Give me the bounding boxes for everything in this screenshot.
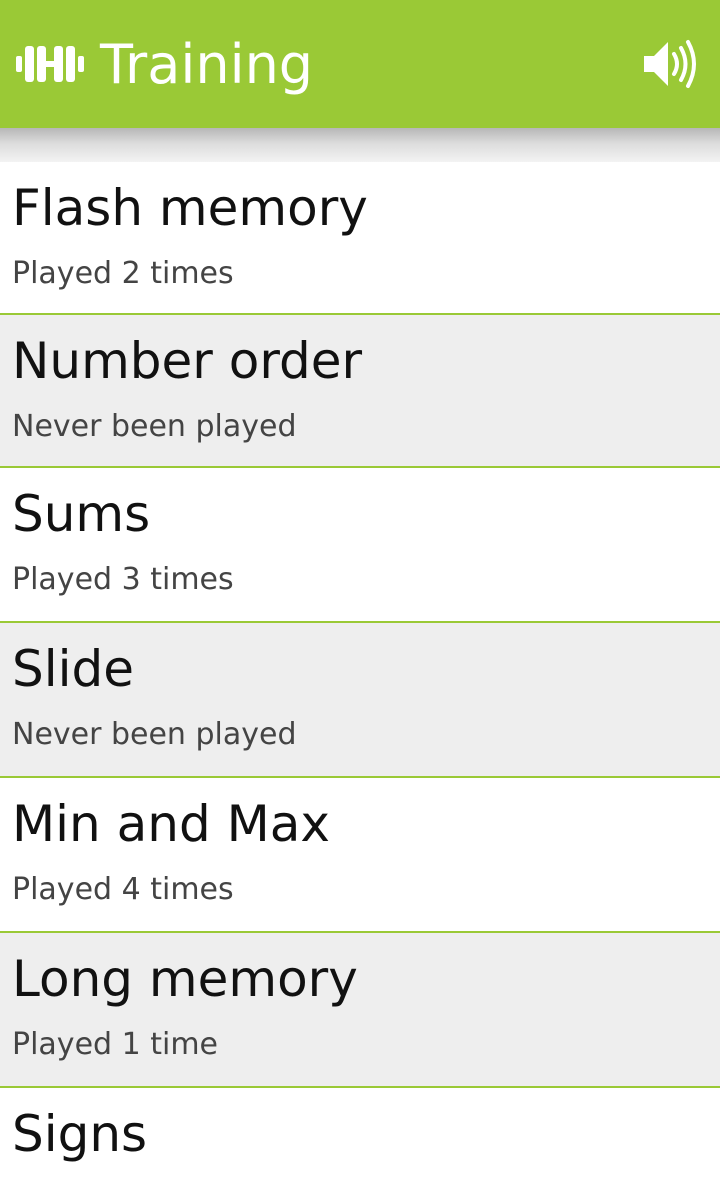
item-subtitle: Played 2 times — [12, 256, 234, 291]
list-item-flash-memory[interactable]: Flash memory Played 2 times — [0, 162, 720, 313]
list-item-sums[interactable]: Sums Played 3 times — [0, 468, 720, 623]
item-subtitle: Never been played — [12, 717, 297, 752]
list-item-signs[interactable]: Signs — [0, 1088, 720, 1188]
list-item-min-and-max[interactable]: Min and Max Played 4 times — [0, 778, 720, 933]
item-title: Signs — [12, 1105, 148, 1163]
dumbbell-icon — [16, 46, 84, 82]
item-title: Slide — [12, 640, 135, 698]
list-item-slide[interactable]: Slide Never been played — [0, 623, 720, 778]
item-title: Min and Max — [12, 795, 330, 853]
item-title: Long memory — [12, 950, 358, 1008]
item-subtitle: Played 4 times — [12, 872, 234, 907]
item-subtitle: Never been played — [12, 409, 297, 444]
app-bar: Training — [0, 0, 720, 128]
list-item-long-memory[interactable]: Long memory Played 1 time — [0, 933, 720, 1088]
list-item-number-order[interactable]: Number order Never been played — [0, 313, 720, 468]
page-title: Training — [100, 33, 314, 96]
game-list: Flash memory Played 2 times Number order… — [0, 162, 720, 1188]
item-subtitle: Played 1 time — [12, 1027, 219, 1062]
item-title: Sums — [12, 485, 151, 543]
item-title: Flash memory — [12, 179, 368, 237]
item-title: Number order — [12, 332, 363, 390]
item-subtitle: Played 3 times — [12, 562, 234, 597]
speaker-volume-icon[interactable] — [640, 36, 700, 92]
app-bar-shadow — [0, 128, 720, 162]
